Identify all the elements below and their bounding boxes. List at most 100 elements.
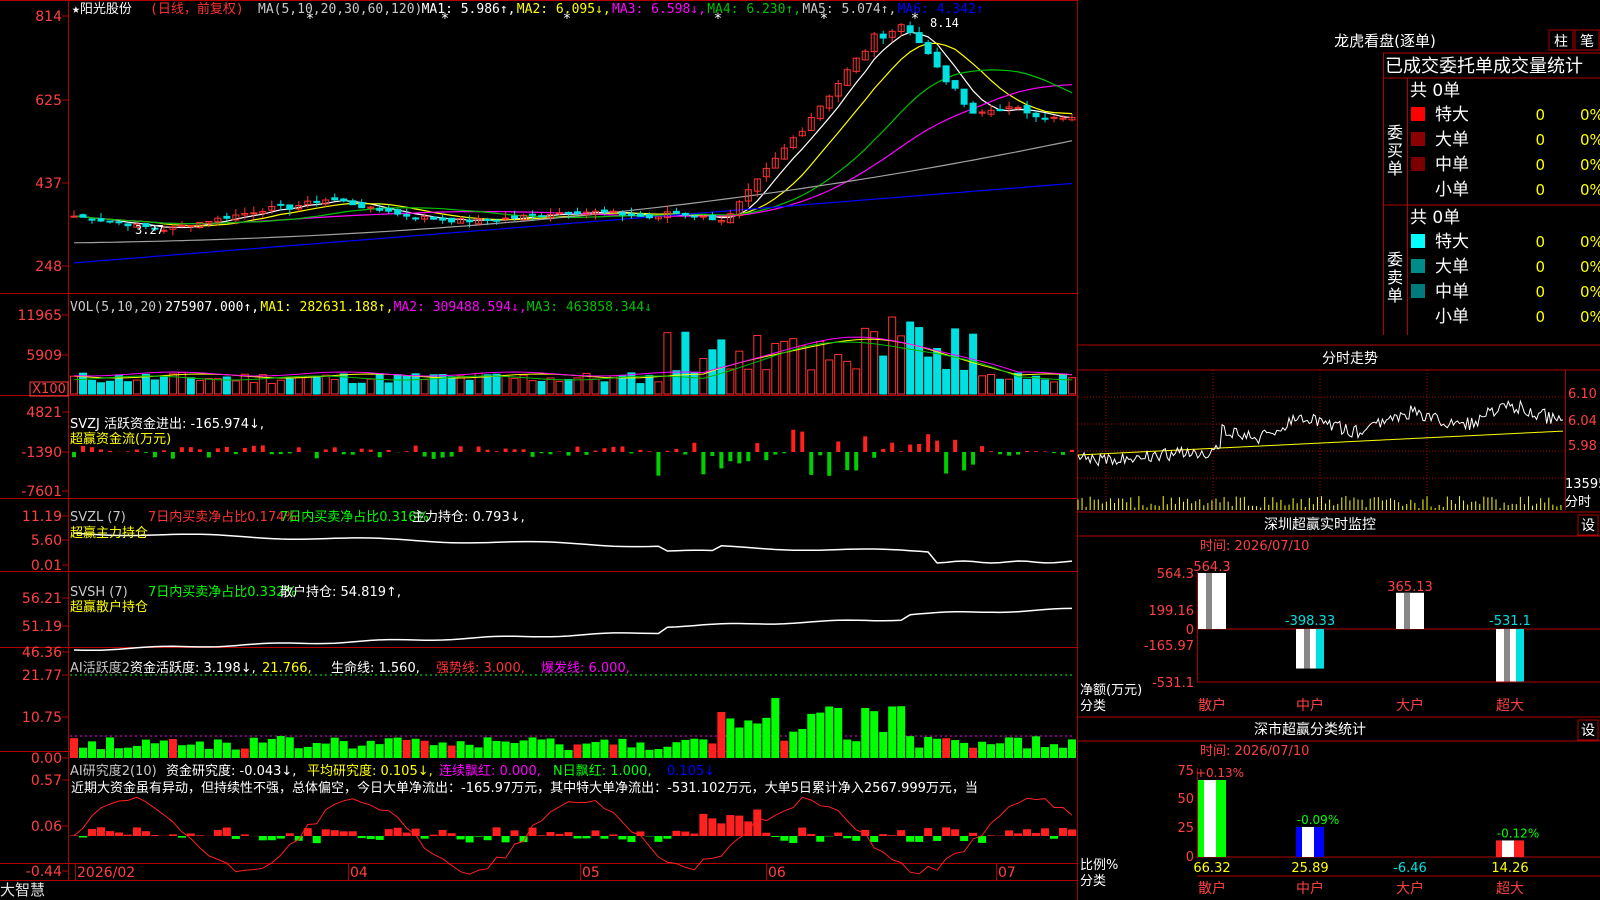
volume-bar <box>996 378 1005 395</box>
svzl-legend-item: 7日内买卖净占比0.316% <box>280 509 429 525</box>
period-label[interactable]: (日线，前复权) <box>150 1 244 17</box>
research-bar <box>492 827 501 836</box>
low-label: 3.27 <box>135 223 164 237</box>
activity-bar <box>735 727 744 758</box>
research-bar <box>582 836 591 839</box>
classify-title: 深市超赢分类统计 <box>1254 721 1366 738</box>
ma-legend-item: MA2: 6.095↓, <box>517 2 611 17</box>
flow-bar <box>350 452 355 455</box>
candle-body <box>627 213 635 216</box>
flow-bar <box>287 452 292 454</box>
flow-bar <box>152 452 157 458</box>
svsh-legend-item: 7日内买卖净占比0.332% <box>148 584 297 600</box>
stock-chart-canvas[interactable]: 8146254372488.143.27* * * * * *MA(5,10,20,30,… <box>0 0 1600 900</box>
svzl-legend-item: 主力持仓: 0.793↓, <box>412 510 525 525</box>
activity-bar <box>672 742 681 758</box>
x-axis-label: 04 <box>350 865 368 881</box>
volume-bar <box>987 374 996 395</box>
candle-body <box>1041 117 1049 120</box>
activity-bar <box>96 749 105 758</box>
vol-unit-label: X100 <box>32 382 66 397</box>
research-bar <box>195 835 204 836</box>
activity-bar <box>204 748 213 758</box>
vol-legend-item: 275907.000↑, <box>165 300 259 315</box>
high-label: 8.14 <box>930 16 959 30</box>
research-bar <box>465 836 474 843</box>
volume-bar <box>159 376 168 395</box>
ma-line-2 <box>73 42 1073 227</box>
volume-bar <box>843 360 852 395</box>
activity-bar <box>555 744 564 758</box>
svsh-panel[interactable]: 56.21 51.19 46.36 SVSH (7) 7日内买卖净占比0.332%散户持… <box>22 584 1073 661</box>
flow-bar <box>539 452 544 454</box>
pen-mode-label: 笔 <box>1580 34 1594 50</box>
x-axis-label: 05 <box>582 865 600 881</box>
monitor-value-label: -531.1 <box>1489 614 1531 629</box>
activity-bar <box>888 706 897 758</box>
y-tick-label: 0.00 <box>31 751 62 767</box>
candle-body <box>277 203 285 206</box>
candle-body <box>565 211 573 215</box>
research-bar <box>78 836 87 838</box>
volume-bar <box>204 378 213 395</box>
activity-bar <box>393 737 402 758</box>
flow-bar <box>323 449 328 452</box>
flow-bar <box>899 451 904 452</box>
candle-body <box>1014 106 1022 109</box>
activity-bar <box>969 747 978 758</box>
volume-bar <box>897 335 906 395</box>
research-bar <box>789 836 798 843</box>
activity-bar <box>924 736 933 758</box>
lhb-side-char: 单 <box>1387 159 1403 178</box>
flow-bar <box>674 448 679 452</box>
flow-bar <box>593 450 598 452</box>
candle-body <box>879 33 887 39</box>
ma-line-5 <box>73 140 1073 244</box>
volume-bar <box>672 370 681 395</box>
activity-bar <box>186 744 195 758</box>
volume-bar <box>70 375 78 395</box>
research-bar <box>312 836 321 844</box>
lhb-row-count: 0 <box>1535 156 1545 174</box>
volume-bar <box>816 340 825 395</box>
activity-bar <box>861 708 870 758</box>
candle-body <box>340 198 348 202</box>
candle-body <box>556 212 564 215</box>
volume-bar <box>510 377 519 395</box>
svzl-legend-item: SVZL (7) <box>70 510 126 525</box>
candle-body <box>942 65 950 83</box>
activity-bar <box>897 706 906 758</box>
y-tick-label: 0.57 <box>31 773 62 789</box>
volume-bar <box>555 380 564 395</box>
volume-bar <box>420 379 429 395</box>
volume-panel[interactable]: 11965 5909 X100 VOL(5,10,20) 275907.000↑, MA1… <box>17 300 1076 397</box>
classify-bar-edge-left <box>1198 780 1204 857</box>
main-kline-panel[interactable]: 8146254372488.143.27* * * * * *MA(5,10,20,30,… <box>35 2 1076 275</box>
monitor-time: 时间: 2026/07/10 <box>1200 539 1309 554</box>
flow-bar <box>791 429 796 452</box>
research-bar <box>1041 828 1050 836</box>
volume-bar <box>690 371 699 395</box>
activity-bar <box>312 742 321 758</box>
intraday-unit: 分时 <box>1565 495 1591 510</box>
candle-body <box>394 209 402 215</box>
research-bar <box>699 813 708 836</box>
flow-bar <box>260 445 265 452</box>
flow-bar <box>1070 449 1074 452</box>
research-bar <box>537 835 546 836</box>
volume-bar <box>357 382 366 395</box>
svzl-panel[interactable]: 11.19 5.60 0.01 SVZL (7) 7日内买卖净占比0.174%7日内买卖… <box>22 509 1073 574</box>
volume-bar <box>906 321 915 395</box>
classify-value-label: 14.26 <box>1491 861 1528 876</box>
volume-bar <box>267 383 276 395</box>
classify-y-tick: 50 <box>1177 792 1194 807</box>
flow-bar <box>1034 451 1039 452</box>
candle-body <box>690 215 698 218</box>
flow-bar <box>1007 452 1012 456</box>
activity-bar <box>510 743 519 758</box>
volume-bar <box>1041 379 1050 395</box>
ai-activity-panel[interactable]: 21.77 10.75 0.00 AI活跃度2 资金活跃度: 3.198↓, 21.766… <box>22 660 1076 767</box>
classify-value-label: 25.89 <box>1291 861 1328 876</box>
flow-bar <box>269 452 274 455</box>
candle-body <box>493 219 501 222</box>
